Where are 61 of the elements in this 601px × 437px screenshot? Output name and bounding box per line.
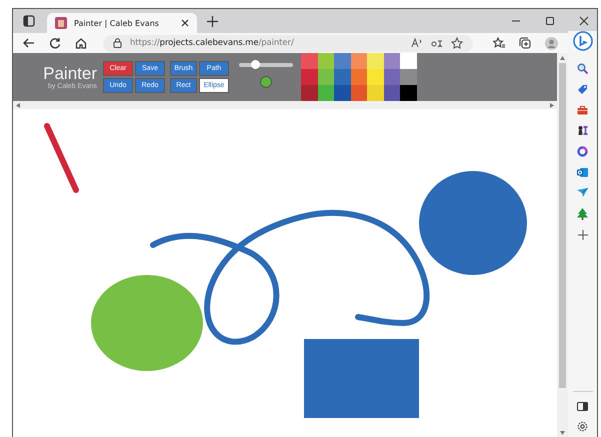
close-icon[interactable] (579, 16, 589, 26)
scroll-up-icon[interactable] (560, 56, 565, 60)
settings-icon[interactable] (577, 421, 588, 432)
refresh-icon[interactable] (49, 37, 61, 49)
translate-icon[interactable] (431, 38, 443, 48)
color-swatch[interactable] (400, 53, 416, 69)
vertical-scrollbar[interactable] (557, 53, 568, 437)
color-swatch[interactable] (400, 69, 416, 85)
color-swatch[interactable] (384, 53, 400, 69)
slider-thumb[interactable] (251, 60, 260, 69)
scroll-right-icon[interactable] (550, 102, 554, 108)
favorites-icon[interactable] (493, 37, 505, 49)
profile-icon[interactable] (545, 36, 558, 50)
color-swatch[interactable] (367, 69, 384, 85)
home-icon[interactable] (75, 37, 87, 49)
browser-tab[interactable]: Painter | Caleb Evans (47, 13, 197, 33)
tag-icon[interactable] (577, 84, 588, 95)
tree-icon[interactable] (577, 208, 588, 220)
maximize-icon[interactable] (545, 16, 555, 26)
mail-icon[interactable] (577, 167, 588, 178)
color-swatch[interactable] (350, 53, 367, 69)
scrollbar-thumb[interactable] (559, 63, 566, 388)
favicon-icon (55, 17, 67, 29)
color-swatch[interactable] (334, 69, 350, 85)
color-swatch[interactable] (350, 85, 367, 101)
close-icon[interactable] (181, 19, 189, 27)
favorite-add-icon[interactable] (451, 37, 463, 49)
tab-actions-icon[interactable] (23, 15, 35, 27)
split-view-icon[interactable] (577, 402, 588, 411)
size-slider[interactable] (239, 63, 293, 67)
scroll-down-icon[interactable] (560, 431, 565, 435)
app-title: Painter (43, 64, 97, 83)
new-tab-icon[interactable] (207, 16, 218, 26)
toolbox-icon[interactable] (577, 105, 588, 115)
color-swatch[interactable] (367, 85, 384, 101)
chess-pieces-icon[interactable] (577, 125, 588, 136)
address-bar[interactable]: https://projects.calebevans.me/painter/ (103, 34, 473, 52)
color-swatch[interactable] (301, 53, 318, 69)
tab-title: Painter | Caleb Evans (74, 18, 159, 28)
horizontal-scrollbar[interactable] (13, 101, 557, 109)
search-icon[interactable] (577, 63, 588, 74)
color-swatch[interactable] (367, 53, 384, 69)
color-swatch[interactable] (334, 85, 350, 101)
color-swatch[interactable] (350, 69, 367, 85)
color-swatch[interactable] (301, 85, 318, 101)
color-swatch[interactable] (384, 69, 400, 85)
color-swatch[interactable] (384, 85, 400, 101)
color-swatch[interactable] (318, 85, 334, 101)
back-icon[interactable] (23, 37, 35, 49)
color-swatch[interactable] (334, 53, 350, 69)
collections-icon[interactable] (519, 37, 531, 49)
lock-icon (113, 38, 122, 48)
scroll-left-icon[interactable] (16, 102, 20, 108)
color-swatch[interactable] (318, 53, 334, 69)
color-swatch[interactable] (301, 69, 318, 85)
add-icon[interactable] (578, 230, 588, 240)
paper-plane-icon[interactable] (577, 188, 588, 198)
ring-icon[interactable] (577, 146, 588, 157)
read-aloud-icon[interactable] (411, 38, 423, 48)
color-swatch[interactable] (318, 69, 334, 85)
color-swatch[interactable] (400, 85, 416, 101)
